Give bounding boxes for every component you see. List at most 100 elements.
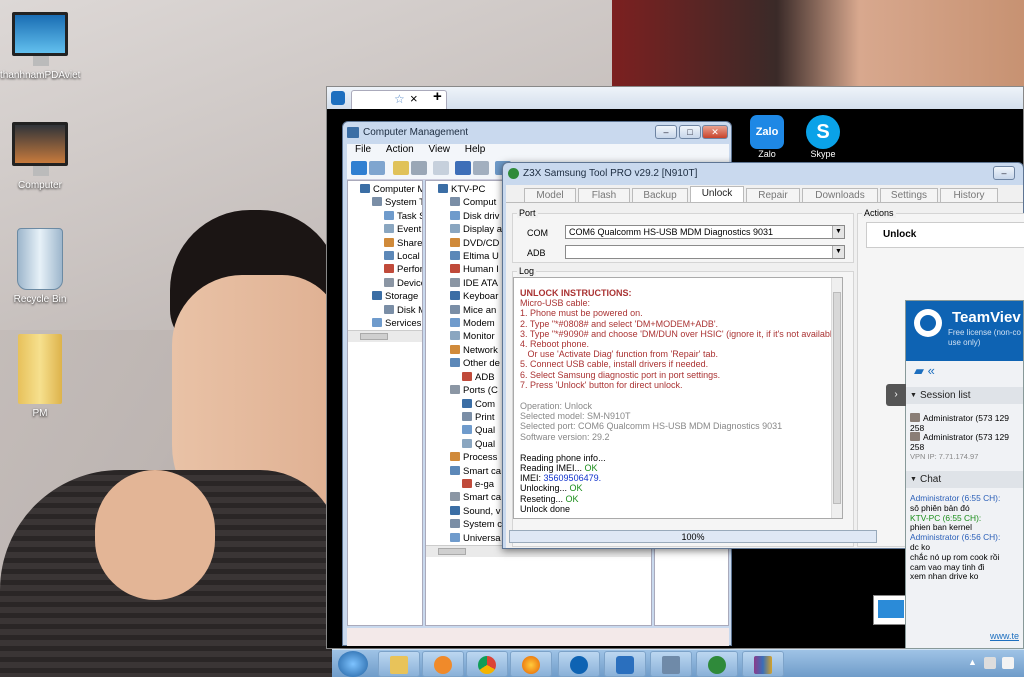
tree-item[interactable]: Perforn bbox=[348, 263, 422, 276]
taskbar-chrome[interactable] bbox=[466, 651, 508, 677]
console-tree: Computer MaSystem ToTask SEvent VSharecL… bbox=[347, 180, 423, 626]
tray-up-arrow-icon[interactable]: ▲ bbox=[968, 657, 977, 667]
forward-icon[interactable] bbox=[369, 161, 385, 175]
chat-message: xem nhan drive ko bbox=[910, 571, 979, 582]
window-titlebar[interactable]: Computer Management – □ ✕ bbox=[343, 122, 731, 144]
taskbar-winrar[interactable] bbox=[742, 651, 784, 677]
taskbar-firefox[interactable] bbox=[510, 651, 552, 677]
close-button[interactable]: ✕ bbox=[702, 125, 728, 139]
tab-model[interactable]: Model bbox=[524, 188, 576, 202]
tree-item[interactable]: Device bbox=[348, 277, 422, 290]
show-tree-icon[interactable] bbox=[411, 161, 427, 175]
tree-item[interactable]: Sharec bbox=[348, 237, 422, 250]
unlock-button[interactable]: Unlock bbox=[866, 222, 1024, 248]
z3x-icon bbox=[708, 656, 726, 674]
menu-view[interactable]: View bbox=[428, 144, 450, 155]
tab-settings[interactable]: Settings bbox=[880, 188, 938, 202]
tab-downloads[interactable]: Downloads bbox=[802, 188, 878, 202]
event-icon bbox=[384, 224, 394, 234]
help-icon[interactable] bbox=[455, 161, 471, 175]
log-line: Reseting... OK bbox=[520, 493, 579, 504]
taskbar-media[interactable] bbox=[422, 651, 464, 677]
volume-icon[interactable] bbox=[1002, 657, 1014, 669]
taskbar-teamviewer[interactable] bbox=[558, 651, 600, 677]
device-icon bbox=[450, 251, 460, 261]
menu-action[interactable]: Action bbox=[386, 144, 414, 155]
recycle-bin-icon bbox=[17, 228, 63, 290]
menu-file[interactable]: File bbox=[355, 144, 371, 155]
tab-unlock[interactable]: Unlock bbox=[690, 186, 744, 202]
tree-item[interactable]: Computer Ma bbox=[348, 183, 422, 196]
horizontal-scrollbar[interactable] bbox=[348, 330, 422, 343]
folder-icon bbox=[390, 656, 408, 674]
tree-item[interactable]: Disk M bbox=[348, 304, 422, 317]
new-tab-button[interactable]: + bbox=[433, 88, 442, 105]
taskbar-computer-management[interactable] bbox=[650, 651, 692, 677]
taskbar-z3x[interactable] bbox=[696, 651, 738, 677]
desktop-icon-recycle-bin[interactable]: Recycle Bin bbox=[0, 228, 80, 305]
view-icon[interactable] bbox=[473, 161, 489, 175]
device-icon bbox=[450, 264, 460, 274]
tree-item[interactable]: Storage bbox=[348, 290, 422, 303]
chat-header[interactable]: ▼ Chat bbox=[906, 471, 1023, 488]
device-icon bbox=[462, 438, 472, 448]
device-icon bbox=[450, 291, 460, 301]
session-list-header[interactable]: ▼ Session list bbox=[906, 387, 1023, 404]
shortcut-zalo[interactable]: Zalo Zalo bbox=[747, 115, 787, 159]
back-icon[interactable] bbox=[351, 161, 367, 175]
disk-icon bbox=[384, 304, 394, 314]
tree-item[interactable]: Services ar bbox=[348, 317, 422, 330]
tab-flash[interactable]: Flash bbox=[578, 188, 630, 202]
minimize-button[interactable]: – bbox=[655, 125, 677, 139]
properties-icon[interactable] bbox=[433, 161, 449, 175]
maximize-button[interactable]: □ bbox=[679, 125, 701, 139]
tab-backup[interactable]: Backup bbox=[632, 188, 688, 202]
session-item[interactable]: Administrator (573 129 258 bbox=[910, 432, 1023, 452]
tab-repair[interactable]: Repair bbox=[746, 188, 800, 202]
window-titlebar[interactable]: Z3X Samsung Tool PRO v29.2 [N910T] – bbox=[503, 163, 1023, 185]
progress-text: 100% bbox=[681, 532, 705, 542]
session-item[interactable]: Administrator (573 129 258 bbox=[910, 413, 1023, 433]
minimize-button[interactable]: – bbox=[993, 166, 1015, 180]
log-scrollbar[interactable] bbox=[831, 278, 842, 518]
desktop-icon-computer[interactable]: Computer bbox=[0, 122, 80, 191]
com-port-select[interactable]: COM6 Qualcomm HS-USB MDM Diagnostics 903… bbox=[565, 225, 845, 239]
log-line: IMEI: 35609506479. bbox=[520, 473, 602, 484]
window-title: Computer Management bbox=[363, 127, 469, 138]
zalo-icon: Zalo bbox=[750, 115, 784, 149]
network-icon[interactable] bbox=[984, 657, 996, 669]
device-icon bbox=[450, 452, 460, 462]
desktop-icon-pm[interactable]: PM bbox=[0, 334, 80, 419]
user-icon bbox=[910, 413, 920, 422]
star-icon[interactable]: ☆ bbox=[394, 92, 405, 106]
shortcut-skype[interactable]: S Skype bbox=[803, 115, 843, 159]
up-folder-icon[interactable] bbox=[393, 161, 409, 175]
z3x-icon bbox=[508, 168, 519, 179]
chat-bubble-icon[interactable]: ▰ « bbox=[914, 363, 935, 379]
device-icon bbox=[450, 331, 460, 341]
taskbar-explorer[interactable] bbox=[378, 651, 420, 677]
close-tab-button[interactable]: × bbox=[410, 91, 418, 106]
menu-help[interactable]: Help bbox=[465, 144, 486, 155]
tab-history[interactable]: History bbox=[940, 188, 998, 202]
tree-item[interactable]: Event V bbox=[348, 223, 422, 236]
desktop-icon-thanhnam[interactable]: thanhnamPDAviet bbox=[0, 12, 80, 81]
device-icon bbox=[450, 385, 460, 395]
storage-icon bbox=[372, 291, 382, 301]
log-line: Reading phone info... bbox=[520, 452, 606, 463]
device-icon bbox=[462, 411, 472, 421]
tree-item[interactable]: Task S bbox=[348, 210, 422, 223]
teamviewer-logo-icon bbox=[914, 309, 942, 337]
log-line: 4. Reboot phone. bbox=[520, 339, 590, 350]
taskbar-usb[interactable] bbox=[604, 651, 646, 677]
panel-toggle-icon[interactable]: › bbox=[886, 384, 906, 406]
tree-item[interactable]: System To bbox=[348, 196, 422, 209]
log-info: Operation: Unlock Selected model: SM-N910… bbox=[520, 401, 842, 442]
tree-item[interactable]: Local U bbox=[348, 250, 422, 263]
adb-port-select[interactable]: ▼ bbox=[565, 245, 845, 259]
firefox-icon bbox=[522, 656, 540, 674]
start-button[interactable] bbox=[338, 651, 368, 677]
folder-icon bbox=[18, 334, 62, 404]
device-icon bbox=[450, 304, 460, 314]
teamviewer-link[interactable]: www.te bbox=[990, 631, 1019, 641]
